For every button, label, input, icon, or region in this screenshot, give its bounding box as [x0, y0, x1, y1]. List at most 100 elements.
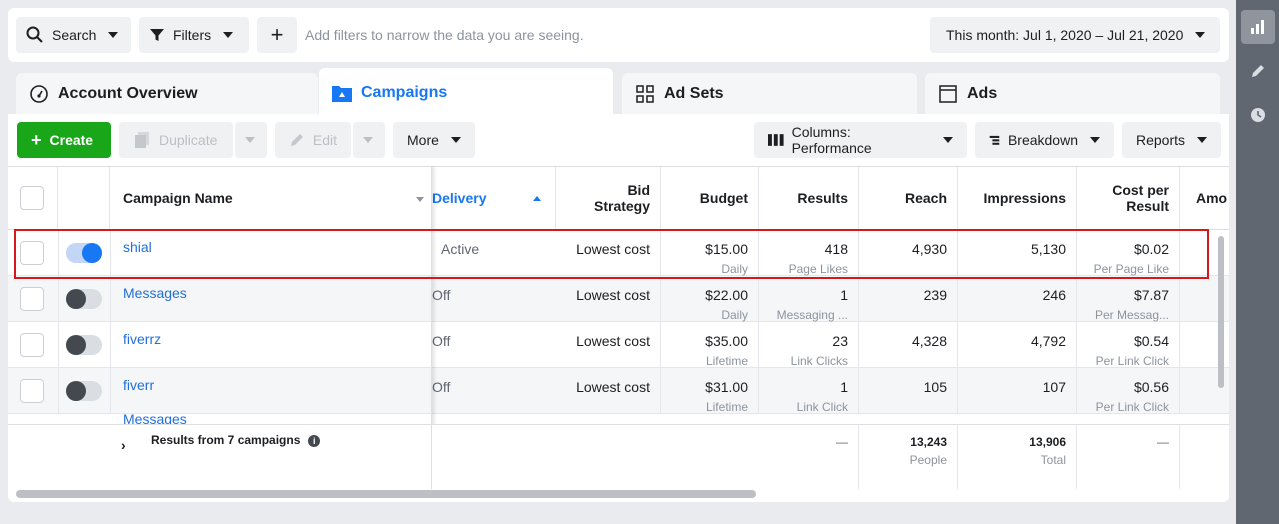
- cell-value: 1: [840, 379, 848, 395]
- edit-menu-button[interactable]: [353, 122, 385, 158]
- header-campaign-name[interactable]: Campaign Name: [110, 167, 432, 229]
- edit-button[interactable]: Edit: [275, 122, 351, 158]
- duplicate-button[interactable]: Duplicate: [119, 122, 233, 158]
- header-budget[interactable]: Budget: [661, 167, 759, 229]
- filter-bar: Search Filters + Add filters to narrow t…: [8, 8, 1229, 62]
- add-filter-button[interactable]: +: [257, 17, 297, 53]
- cell-budget: $22.00 Daily: [661, 276, 759, 322]
- cell-subtext: Lifetime: [705, 354, 748, 368]
- delivery-status: Off: [432, 333, 451, 349]
- header-results[interactable]: Results: [759, 167, 859, 229]
- cell-impressions: 107: [958, 368, 1077, 414]
- delivery-status: Off: [432, 379, 451, 395]
- campaign-toggle[interactable]: [66, 289, 102, 309]
- chevron-down-icon: [943, 137, 953, 143]
- cell-value: $7.87: [1133, 287, 1169, 303]
- cell-value: Lowest cost: [576, 287, 650, 303]
- tab-label: Ad Sets: [664, 85, 724, 102]
- tab-label: Ads: [967, 85, 998, 102]
- date-range-picker[interactable]: This month: Jul 1, 2020 – Jul 21, 2020: [930, 17, 1220, 53]
- row-checkbox[interactable]: [20, 287, 44, 311]
- columns-button[interactable]: Columns: Performance: [754, 122, 967, 158]
- row-checkbox[interactable]: [20, 333, 44, 357]
- date-range-label: This month: Jul 1, 2020 – Jul 21, 2020: [946, 27, 1184, 43]
- cell-value: 107: [1042, 379, 1066, 395]
- create-button[interactable]: + Create: [17, 122, 111, 158]
- duplicate-menu-button[interactable]: [235, 122, 267, 158]
- filters-button[interactable]: Filters: [139, 17, 249, 53]
- table-row: fiverr Off Lowest cost $31.00 Lifetime 1 Link …: [8, 368, 1229, 414]
- table-row: Messages Off Lowest cost $22.00 Daily 1 Messag…: [8, 276, 1229, 322]
- sort-ascending-icon: [533, 196, 541, 201]
- select-all-cell: [8, 167, 58, 229]
- campaigns-panel: + Create Duplicate Edit More Columns: Pe…: [8, 114, 1229, 502]
- cell-value: 1: [840, 287, 848, 303]
- summary-value: 13,906: [1029, 435, 1066, 449]
- cell-value: $35.00: [705, 333, 748, 349]
- horizontal-scrollbar[interactable]: [16, 490, 756, 498]
- header-label: Campaign Name: [123, 190, 233, 206]
- breakdown-icon: [989, 135, 1000, 145]
- chevron-down-icon: [1197, 137, 1208, 143]
- folder-icon: [331, 83, 353, 103]
- table-row: fiverrz Off Lowest cost $35.00 Lifetime 23 Lin…: [8, 322, 1229, 368]
- header-label: Bid Strategy: [594, 182, 651, 214]
- funnel-icon: [150, 29, 164, 41]
- summary-cost: —: [1077, 425, 1180, 489]
- campaign-toggle[interactable]: [66, 335, 102, 355]
- search-button[interactable]: Search: [16, 17, 131, 53]
- tab-account-overview[interactable]: Account Overview: [16, 73, 318, 115]
- chevron-down-icon: [223, 32, 234, 38]
- cell-divider: [110, 322, 111, 368]
- info-icon[interactable]: i: [308, 435, 321, 447]
- cell-subtext: Lifetime: [705, 400, 748, 414]
- filter-hint[interactable]: Add filters to narrow the data you are s…: [305, 27, 584, 43]
- cell-divider: [58, 276, 59, 322]
- campaign-name-link[interactable]: Messages: [123, 285, 187, 301]
- charts-button[interactable]: [1241, 10, 1275, 44]
- tab-ads[interactable]: Ads: [925, 73, 1220, 115]
- header-impressions[interactable]: Impressions: [958, 167, 1077, 229]
- cell-value: $0.54: [1133, 333, 1169, 349]
- header-bid-strategy[interactable]: Bid Strategy: [556, 167, 661, 229]
- campaign-name-link[interactable]: fiverr: [123, 377, 154, 393]
- reports-button[interactable]: Reports: [1122, 122, 1221, 158]
- tab-campaigns[interactable]: Campaigns: [319, 68, 613, 118]
- cell-bid: Lowest cost: [556, 276, 661, 322]
- cell-cost: $0.54 Per Link Click: [1077, 322, 1180, 368]
- cell-value: 4,328: [911, 333, 947, 349]
- plus-icon: +: [270, 22, 284, 47]
- plus-icon: +: [31, 129, 42, 150]
- cell-subtext: Link Click: [796, 400, 848, 414]
- gauge-icon: [28, 84, 50, 104]
- row-checkbox[interactable]: [20, 379, 44, 403]
- tab-ad-sets[interactable]: Ad Sets: [622, 73, 917, 115]
- history-button[interactable]: [1241, 98, 1275, 132]
- edit-panel-button[interactable]: [1241, 54, 1275, 88]
- header-label: Amo: [1196, 190, 1228, 206]
- cell-value: 4,792: [1030, 333, 1066, 349]
- duplicate-label: Duplicate: [159, 132, 218, 148]
- breakdown-button[interactable]: Breakdown: [975, 122, 1114, 158]
- breakdown-label: Breakdown: [1007, 132, 1078, 148]
- header-delivery[interactable]: Delivery: [432, 167, 556, 229]
- vertical-scrollbar[interactable]: [1218, 236, 1224, 388]
- chevron-down-icon: [1090, 137, 1100, 143]
- more-label: More: [407, 132, 439, 148]
- header-label: Impressions: [983, 190, 1066, 206]
- cell-reach: 239: [859, 276, 958, 322]
- cell-value: $0.56: [1133, 379, 1169, 395]
- header-reach[interactable]: Reach: [859, 167, 958, 229]
- cell-divider: [58, 322, 59, 368]
- chevron-down-icon: [363, 137, 373, 143]
- summary-impressions: 13,906 Total: [958, 425, 1077, 489]
- more-button[interactable]: More: [393, 122, 475, 158]
- cell-value: 239: [923, 287, 947, 303]
- clock-icon: [1251, 108, 1265, 122]
- campaign-toggle[interactable]: [66, 381, 102, 401]
- campaign-name-link[interactable]: fiverrz: [123, 331, 161, 347]
- columns-icon: [768, 134, 784, 146]
- select-all-checkbox[interactable]: [20, 186, 44, 210]
- header-amount-spent[interactable]: Amo: [1180, 167, 1229, 229]
- header-cost-per-result[interactable]: Cost per Result: [1077, 167, 1180, 229]
